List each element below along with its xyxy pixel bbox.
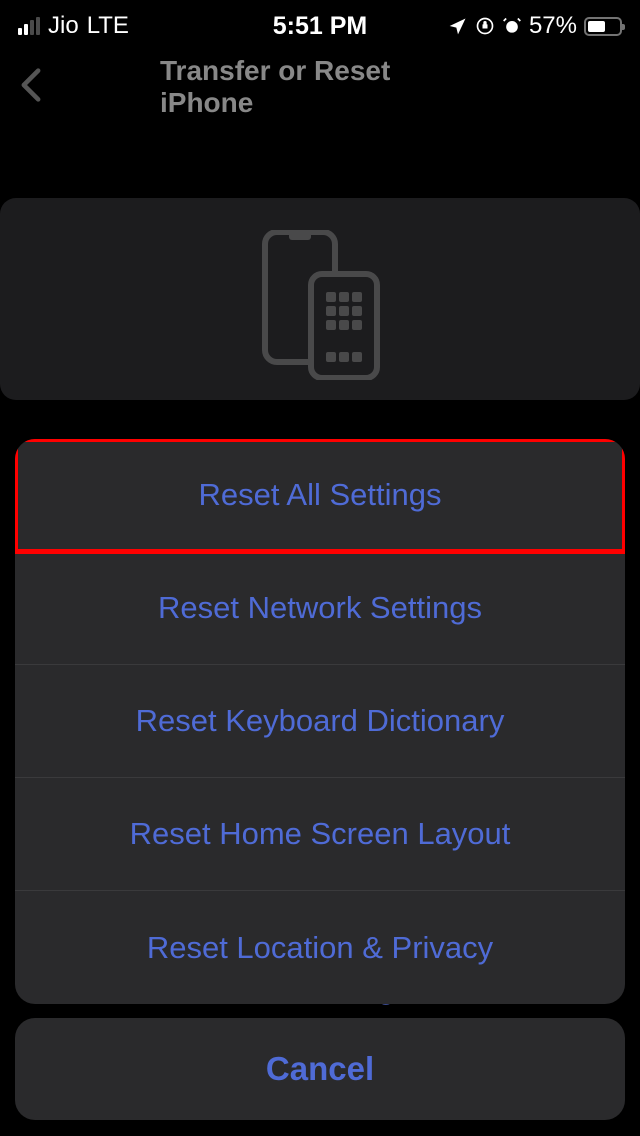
back-button[interactable] [20, 67, 42, 108]
reset-all-settings-option[interactable]: Reset All Settings [15, 439, 625, 552]
reset-location-privacy-option[interactable]: Reset Location & Privacy [15, 891, 625, 1004]
devices-illustration-icon [0, 228, 640, 400]
action-sheet: Reset All Settings Reset Network Setting… [15, 439, 625, 1120]
alarm-icon [502, 16, 522, 36]
cancel-button[interactable]: Cancel [15, 1018, 625, 1120]
carrier-label: Jio [48, 12, 79, 40]
reset-home-screen-layout-option[interactable]: Reset Home Screen Layout [15, 778, 625, 891]
reset-network-settings-option[interactable]: Reset Network Settings [15, 552, 625, 665]
status-time: 5:51 PM [273, 12, 367, 41]
orientation-lock-icon [475, 16, 495, 36]
status-left: Jio LTE [18, 12, 129, 40]
status-right: 57% [448, 12, 622, 40]
bg-card [0, 198, 640, 400]
navigation-bar: Transfer or Reset iPhone [0, 48, 640, 126]
network-type-label: LTE [87, 12, 129, 40]
reset-keyboard-dictionary-option[interactable]: Reset Keyboard Dictionary [15, 665, 625, 778]
page-title: Transfer or Reset iPhone [160, 55, 480, 119]
signal-strength-icon [18, 17, 40, 35]
battery-icon [584, 17, 622, 36]
battery-percent: 57% [529, 12, 577, 40]
location-icon [448, 16, 468, 36]
action-sheet-options: Reset All Settings Reset Network Setting… [15, 439, 625, 1004]
status-bar: Jio LTE 5:51 PM 57% [0, 0, 640, 48]
